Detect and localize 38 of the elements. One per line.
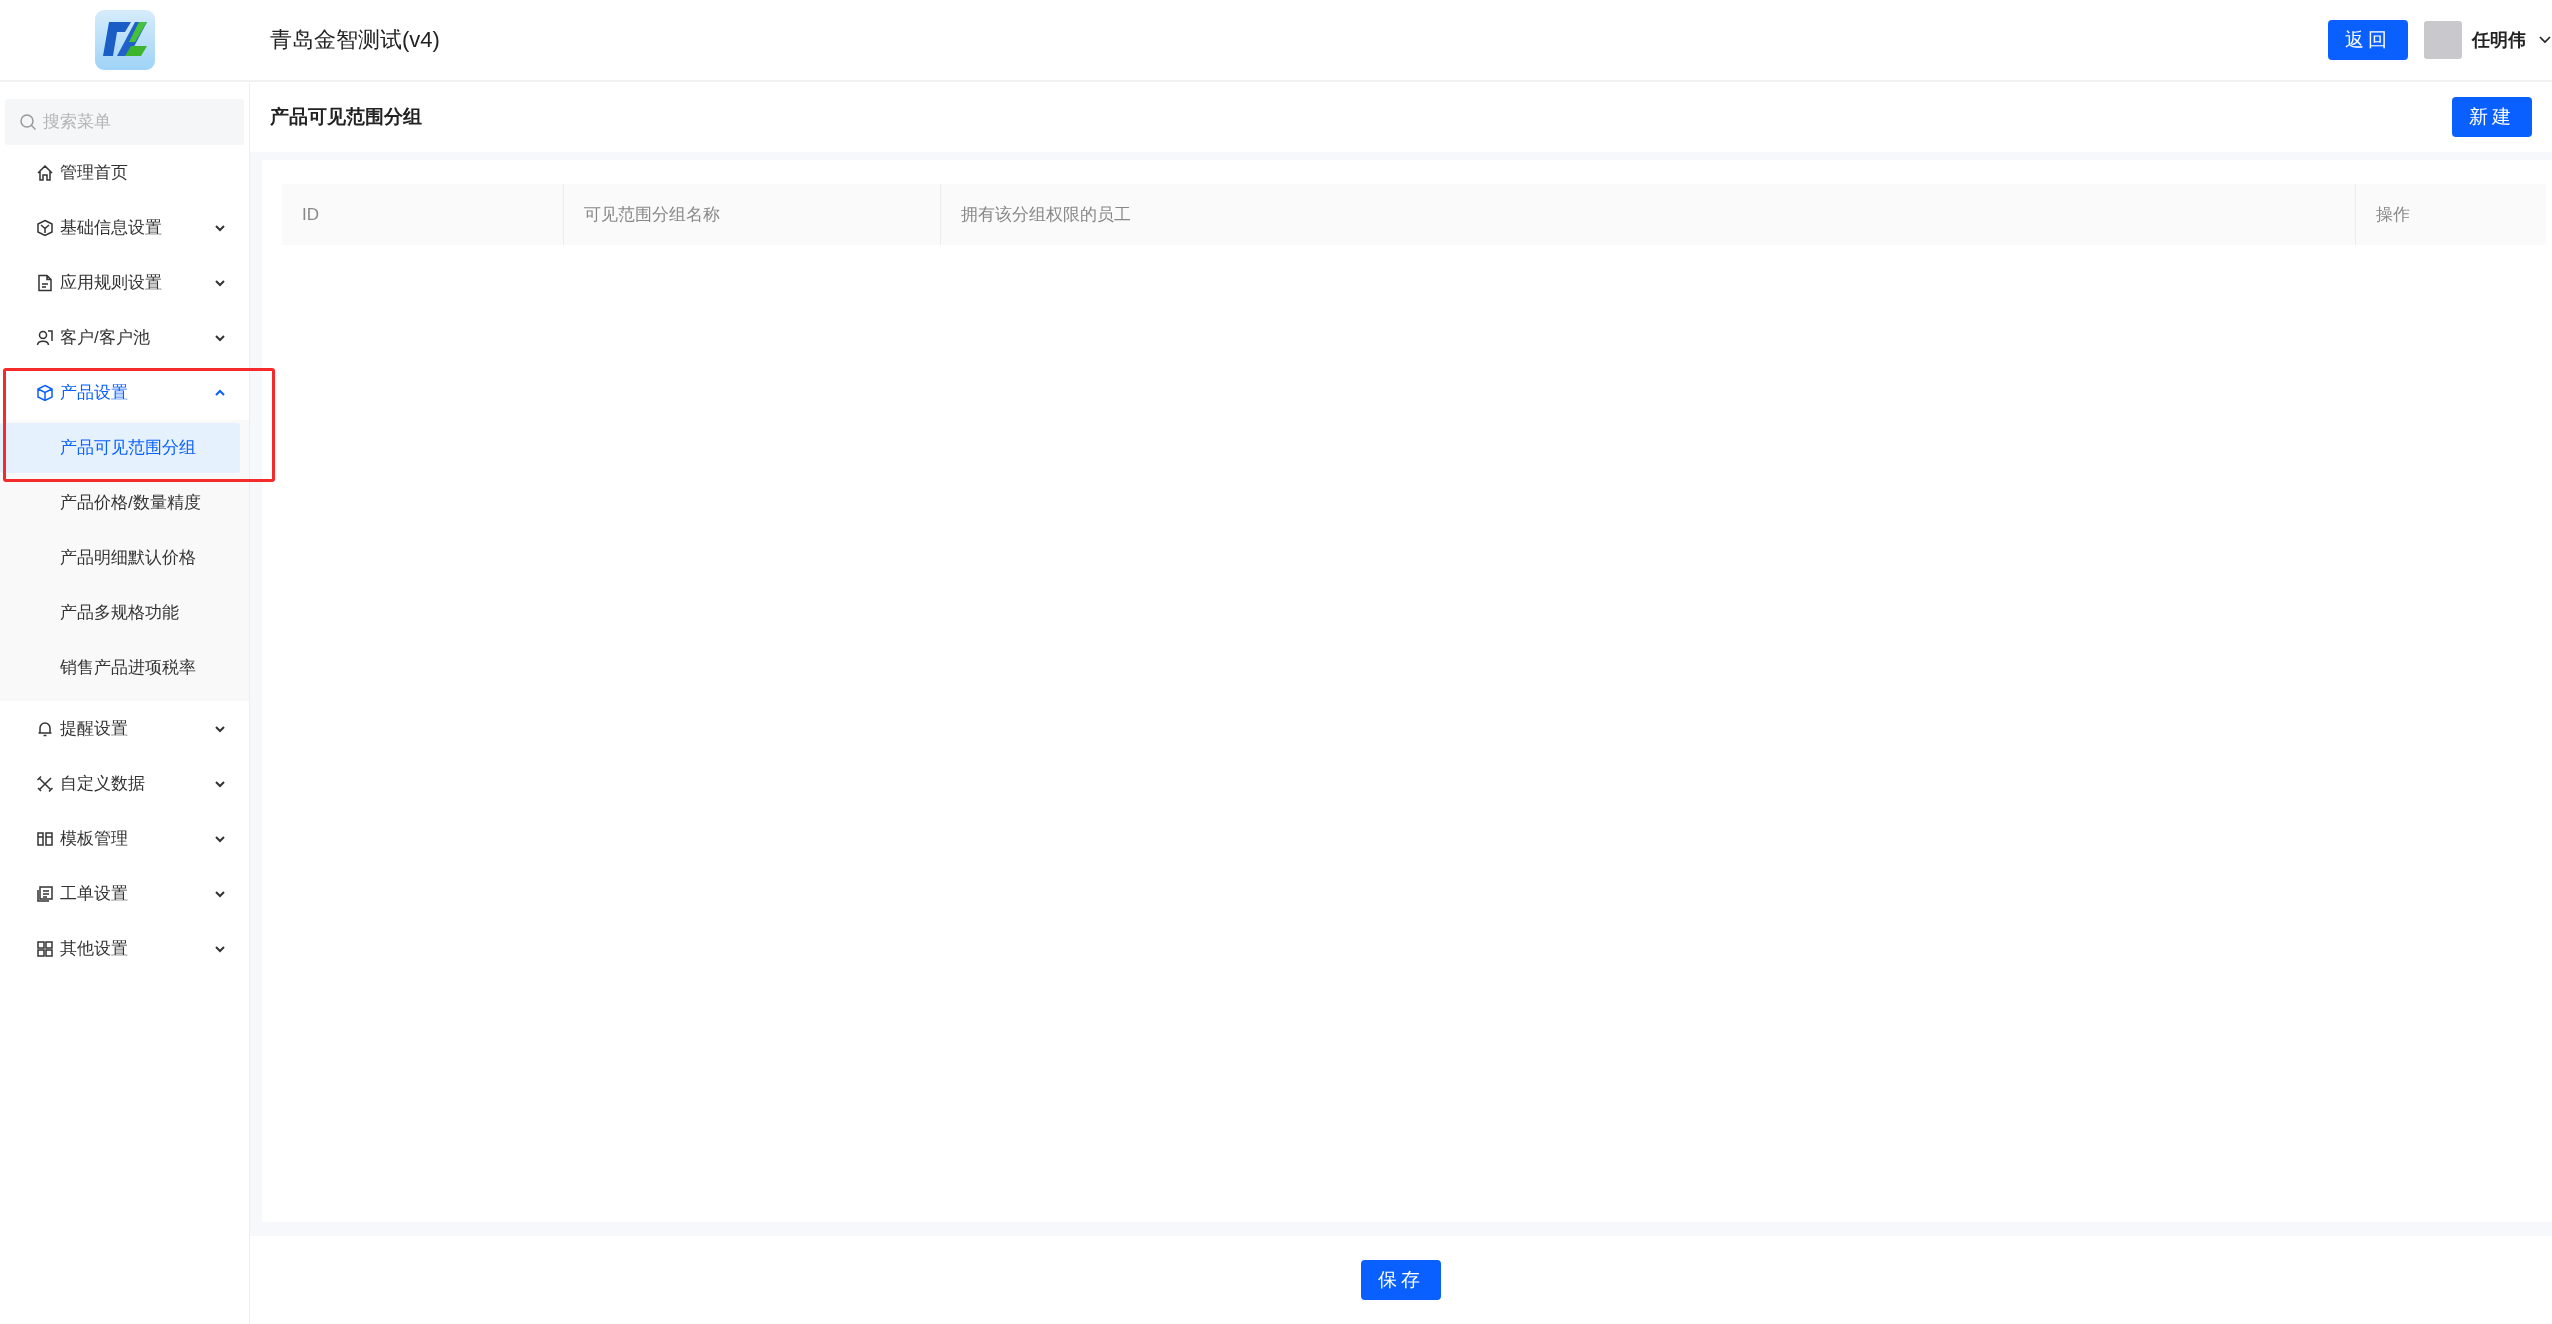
menu-icon <box>36 884 54 903</box>
logo-icon <box>95 10 155 70</box>
menu-item[interactable]: 应用规则设置 <box>0 255 249 310</box>
menu-item[interactable]: 自定义数据 <box>0 756 249 811</box>
menu-icon <box>36 273 54 292</box>
column-header: 拥有该分组权限的员工 <box>941 184 2356 245</box>
menu-icon <box>36 719 54 738</box>
menu-item[interactable]: 产品设置 <box>0 365 249 420</box>
menu-item[interactable]: 提醒设置 <box>0 701 249 756</box>
menu-icon <box>36 829 54 848</box>
back-button[interactable]: 返回 <box>2328 20 2408 60</box>
menu-icon <box>36 774 54 793</box>
search-field[interactable]: 搜索菜单 <box>5 99 244 145</box>
menu-item[interactable]: 基础信息设置 <box>0 200 249 255</box>
search-icon <box>19 113 37 131</box>
menu-icon <box>36 163 54 182</box>
submenu-item[interactable]: 产品可见范围分组 <box>0 422 240 473</box>
new-button[interactable]: 新建 <box>2452 97 2532 137</box>
column-header: 可见范围分组名称 <box>564 184 941 245</box>
menu-icon <box>36 383 54 402</box>
menu-icon <box>36 218 54 237</box>
menu-item[interactable]: 客户/客户池 <box>0 310 249 365</box>
menu-item[interactable]: 其他设置 <box>0 921 249 976</box>
submenu-item[interactable]: 产品明细默认价格 <box>0 532 240 583</box>
menu-icon <box>36 939 54 958</box>
user-name[interactable]: 任明伟 <box>2472 28 2526 52</box>
menu-icon <box>36 328 54 347</box>
save-button[interactable]: 保存 <box>1361 1260 1441 1300</box>
submenu-item[interactable]: 产品多规格功能 <box>0 587 240 638</box>
column-header: 操作 <box>2356 184 2546 245</box>
menu-item[interactable]: 管理首页 <box>0 145 249 200</box>
menu-item[interactable]: 工单设置 <box>0 866 249 921</box>
page-title: 产品可见范围分组 <box>270 105 423 129</box>
app-title: 青岛金智测试(v4) <box>270 26 441 54</box>
menu-item[interactable]: 模板管理 <box>0 811 249 866</box>
submenu-item[interactable]: 销售产品进项税率 <box>0 642 240 693</box>
submenu-item[interactable]: 产品价格/数量精度 <box>0 477 240 528</box>
column-header: ID <box>282 184 564 245</box>
